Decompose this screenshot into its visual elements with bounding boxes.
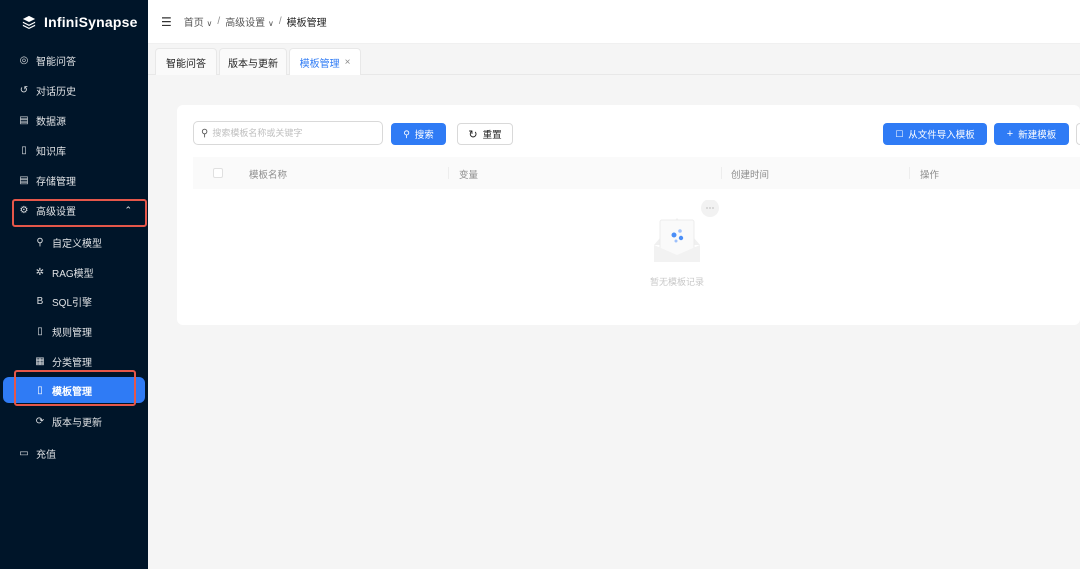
highlight-box-advanced <box>12 199 147 227</box>
sidebar-item-label: 存储管理 <box>36 176 76 188</box>
chevron-down-icon: ∨ <box>206 19 213 28</box>
breadcrumb-parent[interactable]: 高级设置 ∨ <box>225 14 274 29</box>
empty-state-text: 暂无模板记录 <box>649 277 704 287</box>
sidebar-item-datasource[interactable]: ▤ 数据源 <box>0 107 148 133</box>
tab-templates[interactable]: 模板管理 × <box>289 48 361 75</box>
brand-suffix: Synapse <box>78 14 138 30</box>
close-icon[interactable]: × <box>345 57 351 68</box>
database-icon: ▤ <box>19 114 29 126</box>
new-button-label: 新建模板 <box>1018 130 1057 141</box>
column-name[interactable]: 模板名称 <box>249 167 287 181</box>
tab-bar: 智能问答 版本与更新 模板管理 × <box>148 44 1080 75</box>
sidebar-item-label: 规则管理 <box>52 327 92 339</box>
sidebar-item-label: 分类管理 <box>52 357 92 369</box>
sidebar-item-qa[interactable]: ◎ 智能问答 <box>0 47 148 73</box>
tab-label: 智能问答 <box>166 58 206 70</box>
search-icon: ⚲ <box>36 236 44 248</box>
sidebar-item-knowledge[interactable]: ▯ 知识库 <box>0 137 148 163</box>
sidebar-item-rules[interactable]: ▯ 规则管理 <box>0 318 148 344</box>
sidebar-item-label: RAG模型 <box>52 268 94 280</box>
sidebar-item-label: 智能问答 <box>36 56 76 68</box>
breadcrumb-separator: / <box>217 16 221 27</box>
select-all-checkbox[interactable] <box>213 168 223 178</box>
sidebar-item-recharge[interactable]: ▭ 充值 <box>0 440 148 466</box>
sidebar-item-history[interactable]: ↺ 对话历史 <box>0 77 148 103</box>
sync-icon: ⟳ <box>35 415 45 427</box>
sidebar: Infini Synapse ◎ 智能问答 ↺ 对话历史 ▤ 数据源 ▯ 知识库 … <box>0 0 148 569</box>
breadcrumb: 首页 ∨ / 高级设置 ∨ / 模板管理 <box>184 14 327 29</box>
breadcrumb-home[interactable]: 首页 ∨ <box>184 14 213 29</box>
sidebar-item-version[interactable]: ⟳ 版本与更新 <box>0 408 148 434</box>
tab-qa[interactable]: 智能问答 <box>155 48 217 75</box>
sidebar-item-storage[interactable]: ▤ 存储管理 <box>0 167 148 193</box>
column-actions[interactable]: 操作 <box>920 167 939 181</box>
highlight-box-templates <box>14 370 136 406</box>
sidebar-item-label: 数据源 <box>36 116 66 128</box>
stack-layers-icon <box>22 15 36 29</box>
book-icon: ▯ <box>21 144 27 156</box>
file-icon: ▯ <box>37 325 43 337</box>
chevron-down-icon: ∨ <box>267 19 274 28</box>
search-button[interactable]: ⚲ 搜索 <box>391 123 446 145</box>
table-header: 模板名称 变量 创建时间 操作 <box>193 157 1080 189</box>
tab-label: 模板管理 <box>299 58 340 70</box>
bug-icon: ✲ <box>35 266 45 278</box>
import-button-label: 从文件导入模板 <box>908 130 975 141</box>
sidebar-item-label: 知识库 <box>36 146 66 158</box>
reset-button-label: 重置 <box>482 130 502 141</box>
column-divider <box>448 167 449 179</box>
sidebar-item-label: 对话历史 <box>36 86 76 98</box>
more-button[interactable] <box>1076 123 1080 145</box>
sidebar-item-label: SQL引擎 <box>52 297 93 309</box>
breadcrumb-current: 模板管理 <box>286 18 327 29</box>
plus-icon: + <box>1006 128 1014 140</box>
chat-icon: ◎ <box>19 54 29 66</box>
template-card: ⚲ ⚲ 搜索 ↻ 重置 ☐ 从文件导入模板 + 新建模板 模板名称 变量 创建时… <box>177 105 1080 325</box>
table-icon: ▦ <box>35 355 45 367</box>
sidebar-item-label: 充值 <box>36 449 56 461</box>
column-created[interactable]: 创建时间 <box>731 167 769 181</box>
search-icon: ⚲ <box>201 127 209 139</box>
sidebar-item-custom-model[interactable]: ⚲ 自定义模型 <box>0 229 148 255</box>
brand-prefix: Infini <box>44 14 79 30</box>
search-icon: ⚲ <box>403 128 410 139</box>
sidebar-item-rag-model[interactable]: ✲ RAG模型 <box>0 259 148 285</box>
tab-version[interactable]: 版本与更新 <box>219 48 287 75</box>
reset-button[interactable]: ↻ 重置 <box>457 123 513 145</box>
sidebar-item-label: 版本与更新 <box>52 417 102 429</box>
reload-icon: ↻ <box>468 128 478 141</box>
tab-label: 版本与更新 <box>228 58 278 70</box>
search-input[interactable] <box>212 128 373 138</box>
menu-fold-icon[interactable]: ☰ <box>161 15 172 29</box>
search-field[interactable]: ⚲ <box>193 121 383 145</box>
new-template-button[interactable]: + 新建模板 <box>994 123 1069 145</box>
search-button-label: 搜索 <box>414 130 434 141</box>
sidebar-item-label: 自定义模型 <box>52 238 102 250</box>
import-template-button[interactable]: ☐ 从文件导入模板 <box>883 123 987 145</box>
column-divider <box>909 167 910 179</box>
breadcrumb-separator: / <box>278 16 282 27</box>
storage-icon: ▤ <box>19 174 29 186</box>
sidebar-item-sql-engine[interactable]: B SQL引擎 <box>0 288 148 314</box>
brand-logo[interactable]: Infini Synapse <box>0 0 148 44</box>
b-letter-icon: B <box>36 295 44 307</box>
column-divider <box>721 167 722 179</box>
column-variables[interactable]: 变量 <box>459 167 478 181</box>
card-icon: ▭ <box>19 447 29 459</box>
top-header: ☰ 首页 ∨ / 高级设置 ∨ / 模板管理 <box>148 0 1080 44</box>
history-icon: ↺ <box>19 84 29 96</box>
edit-icon: ☐ <box>895 128 904 139</box>
